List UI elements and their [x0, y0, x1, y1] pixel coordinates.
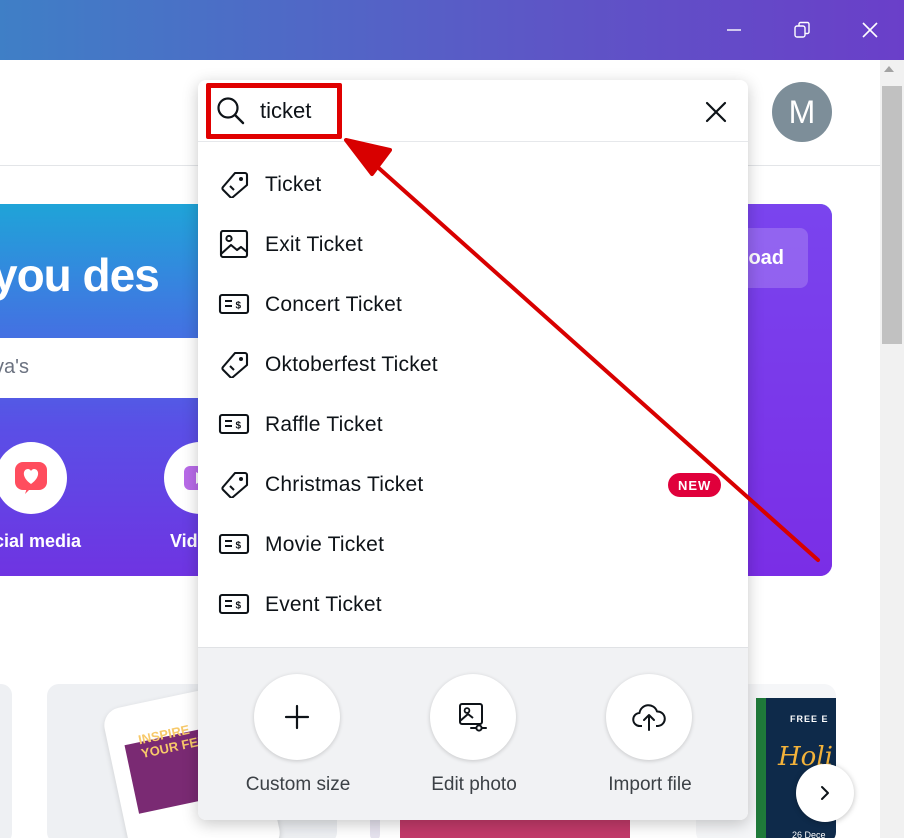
annotation-arrow: [344, 138, 820, 562]
